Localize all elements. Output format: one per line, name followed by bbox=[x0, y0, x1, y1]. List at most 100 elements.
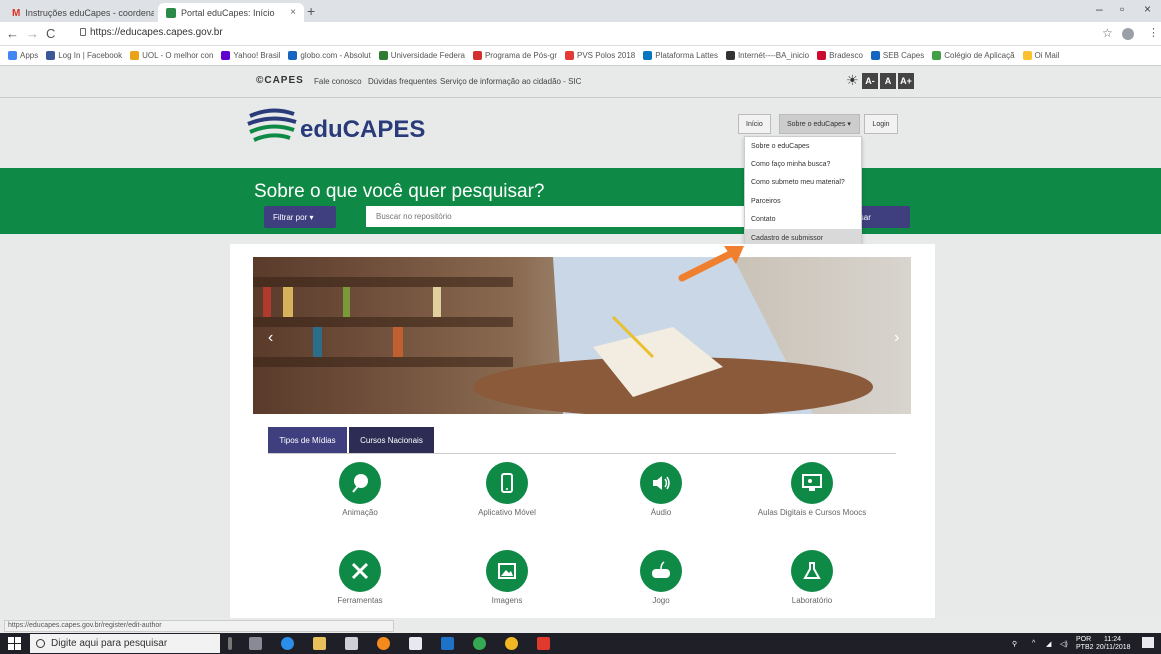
bookmark-item[interactable]: PVS Polos 2018 bbox=[564, 51, 635, 60]
font-normal-button[interactable]: A bbox=[880, 73, 896, 89]
bookmark-favicon-icon bbox=[8, 51, 17, 60]
media-audio[interactable]: Áudio bbox=[606, 462, 716, 518]
task-view-icon[interactable] bbox=[249, 637, 262, 650]
bookmark-label: Plataforma Lattes bbox=[655, 51, 718, 60]
media-label: Imagens bbox=[491, 596, 523, 605]
tab-portal-educapes[interactable]: Portal eduCapes: Início × bbox=[158, 3, 304, 22]
volume-icon[interactable]: ◁) bbox=[1060, 640, 1068, 648]
game-icon bbox=[640, 550, 682, 592]
profile-icon[interactable] bbox=[1122, 28, 1134, 40]
bookmark-item[interactable]: Yahoo! Brasil bbox=[221, 51, 280, 60]
font-decrease-button[interactable]: A- bbox=[862, 73, 878, 89]
educapes-logo-text[interactable]: eduCAPES bbox=[300, 116, 425, 144]
bookmark-favicon-icon bbox=[472, 51, 482, 60]
search-question: Sobre o que você quer pesquisar? bbox=[254, 181, 545, 202]
bookmark-item[interactable]: Log In | Facebook bbox=[46, 51, 122, 60]
notifications-icon[interactable] bbox=[1142, 637, 1154, 648]
dropdown-item-submeto[interactable]: Como submeto meu material? bbox=[745, 174, 861, 192]
chrome-icon[interactable] bbox=[505, 637, 518, 650]
lang-code[interactable]: POR bbox=[1076, 636, 1091, 643]
reload-icon[interactable]: C bbox=[46, 26, 55, 41]
maximize-icon[interactable]: ▫ bbox=[1120, 2, 1124, 16]
media-imagens[interactable]: Imagens bbox=[452, 550, 562, 606]
word-icon[interactable] bbox=[441, 637, 454, 650]
media-aulas-digitais[interactable]: Aulas Digitais e Cursos Moocs bbox=[757, 462, 867, 518]
tab-cursos-nacionais[interactable]: Cursos Nacionais bbox=[349, 427, 434, 453]
star-icon[interactable]: ☆ bbox=[1102, 26, 1113, 40]
menu-sobre[interactable]: Sobre o eduCapes ▾ bbox=[779, 114, 860, 134]
educapes-logo-icon[interactable] bbox=[246, 106, 298, 150]
bookmark-item[interactable]: Programa de Pós-gr bbox=[472, 51, 557, 60]
link-fale-conosco[interactable]: Fale conosco bbox=[314, 77, 362, 86]
link-sic[interactable]: Serviço de informação ao cidadão - SIC bbox=[440, 77, 581, 86]
edge-icon[interactable] bbox=[281, 637, 294, 650]
filter-dropdown[interactable]: Filtrar por ▾ bbox=[264, 206, 336, 228]
bookmark-label: Colégio de Aplicaçã bbox=[944, 51, 1015, 60]
dropdown-item-sobre[interactable]: Sobre o eduCapes bbox=[745, 137, 861, 155]
forward-icon[interactable]: → bbox=[26, 26, 39, 41]
audio-icon bbox=[640, 462, 682, 504]
bookmark-label: Apps bbox=[20, 51, 39, 60]
bookmark-favicon-icon bbox=[643, 51, 653, 60]
image-icon bbox=[486, 550, 528, 592]
search-input[interactable] bbox=[366, 206, 746, 227]
carousel-prev-icon[interactable]: ‹ bbox=[268, 329, 273, 347]
font-increase-button[interactable]: A+ bbox=[898, 73, 914, 89]
media-label: Laboratório bbox=[791, 596, 833, 605]
firefox-icon[interactable] bbox=[377, 637, 390, 650]
close-icon[interactable]: × bbox=[290, 7, 296, 18]
acrobat-icon[interactable] bbox=[537, 637, 550, 650]
login-button[interactable]: Login bbox=[864, 114, 898, 134]
media-label: Ferramentas bbox=[337, 596, 383, 605]
spotify-icon[interactable] bbox=[473, 637, 486, 650]
media-animacao[interactable]: Animação bbox=[305, 462, 415, 518]
taskbar-search[interactable]: Digite aqui para pesquisar bbox=[30, 634, 220, 653]
clock-time[interactable]: 11:24 bbox=[1104, 636, 1121, 643]
close-window-icon[interactable]: × bbox=[1144, 2, 1151, 16]
bookmark-item[interactable]: Apps bbox=[8, 51, 38, 60]
lang-layout[interactable]: PTB2 bbox=[1076, 644, 1094, 651]
dropdown-item-busca[interactable]: Como faço minha busca? bbox=[745, 155, 861, 173]
bookmark-item[interactable]: Plataforma Lattes bbox=[643, 51, 718, 60]
media-label: Áudio bbox=[650, 508, 672, 517]
url-field[interactable]: https://educapes.capes.gov.br bbox=[90, 27, 223, 38]
dropdown-item-contato[interactable]: Contato bbox=[745, 211, 861, 229]
link-duvidas[interactable]: Dúvidas frequentes bbox=[368, 77, 437, 86]
taskbar-search-placeholder: Digite aqui para pesquisar bbox=[51, 638, 168, 649]
tab-tipos-midias[interactable]: Tipos de Mídias bbox=[268, 427, 347, 453]
network-icon[interactable]: ◢ bbox=[1046, 640, 1051, 648]
bookmark-item[interactable]: Colégio de Aplicaçã bbox=[932, 51, 1015, 60]
bookmark-item[interactable]: UOL - O melhor con bbox=[130, 51, 213, 60]
tray-up-icon[interactable]: ^ bbox=[1032, 640, 1035, 647]
bookmark-item[interactable]: SEB Capes bbox=[870, 51, 924, 60]
microphone-icon[interactable] bbox=[228, 637, 232, 650]
mail-icon[interactable] bbox=[409, 637, 422, 650]
people-icon[interactable]: ⚲ bbox=[1012, 640, 1017, 648]
new-tab-icon[interactable]: + bbox=[307, 3, 315, 19]
bookmark-label: Universidade Federa bbox=[390, 51, 465, 60]
back-icon[interactable]: ← bbox=[6, 26, 19, 41]
file-explorer-icon[interactable] bbox=[313, 637, 326, 650]
minimize-icon[interactable]: – bbox=[1096, 2, 1103, 16]
bookmark-item[interactable]: Internét----BA_inicio bbox=[725, 51, 809, 60]
page-content: ©CAPES Fale conosco Dúvidas frequentes S… bbox=[0, 66, 1161, 618]
media-ferramentas[interactable]: Ferramentas bbox=[305, 550, 415, 606]
capes-logo[interactable]: ©CAPES bbox=[256, 75, 304, 86]
media-laboratorio[interactable]: Laboratório bbox=[757, 550, 867, 606]
dropdown-item-parceiros[interactable]: Parceiros bbox=[745, 192, 861, 210]
bookmark-item[interactable]: globo.com - Absolut bbox=[288, 51, 371, 60]
bookmark-label: Yahoo! Brasil bbox=[233, 51, 281, 60]
menu-inicio[interactable]: Início bbox=[738, 114, 771, 134]
bookmark-item[interactable]: Oi Mail bbox=[1022, 51, 1059, 60]
windows-start-icon[interactable] bbox=[8, 637, 21, 650]
media-jogo[interactable]: Jogo bbox=[606, 550, 716, 606]
contrast-icon[interactable]: ☀ bbox=[846, 72, 859, 89]
tab-instrucoes[interactable]: M Instruções eduCapes - coordena × bbox=[4, 3, 154, 22]
bookmark-item[interactable]: Bradesco bbox=[817, 51, 863, 60]
carousel-next-icon[interactable]: › bbox=[894, 329, 899, 347]
store-icon[interactable] bbox=[345, 637, 358, 650]
bookmark-item[interactable]: Universidade Federa bbox=[378, 51, 465, 60]
media-aplicativo[interactable]: Aplicativo Móvel bbox=[452, 462, 562, 518]
clock-date[interactable]: 20/11/2018 bbox=[1096, 644, 1131, 651]
menu-dots-icon[interactable]: ⋮ bbox=[1148, 26, 1159, 39]
